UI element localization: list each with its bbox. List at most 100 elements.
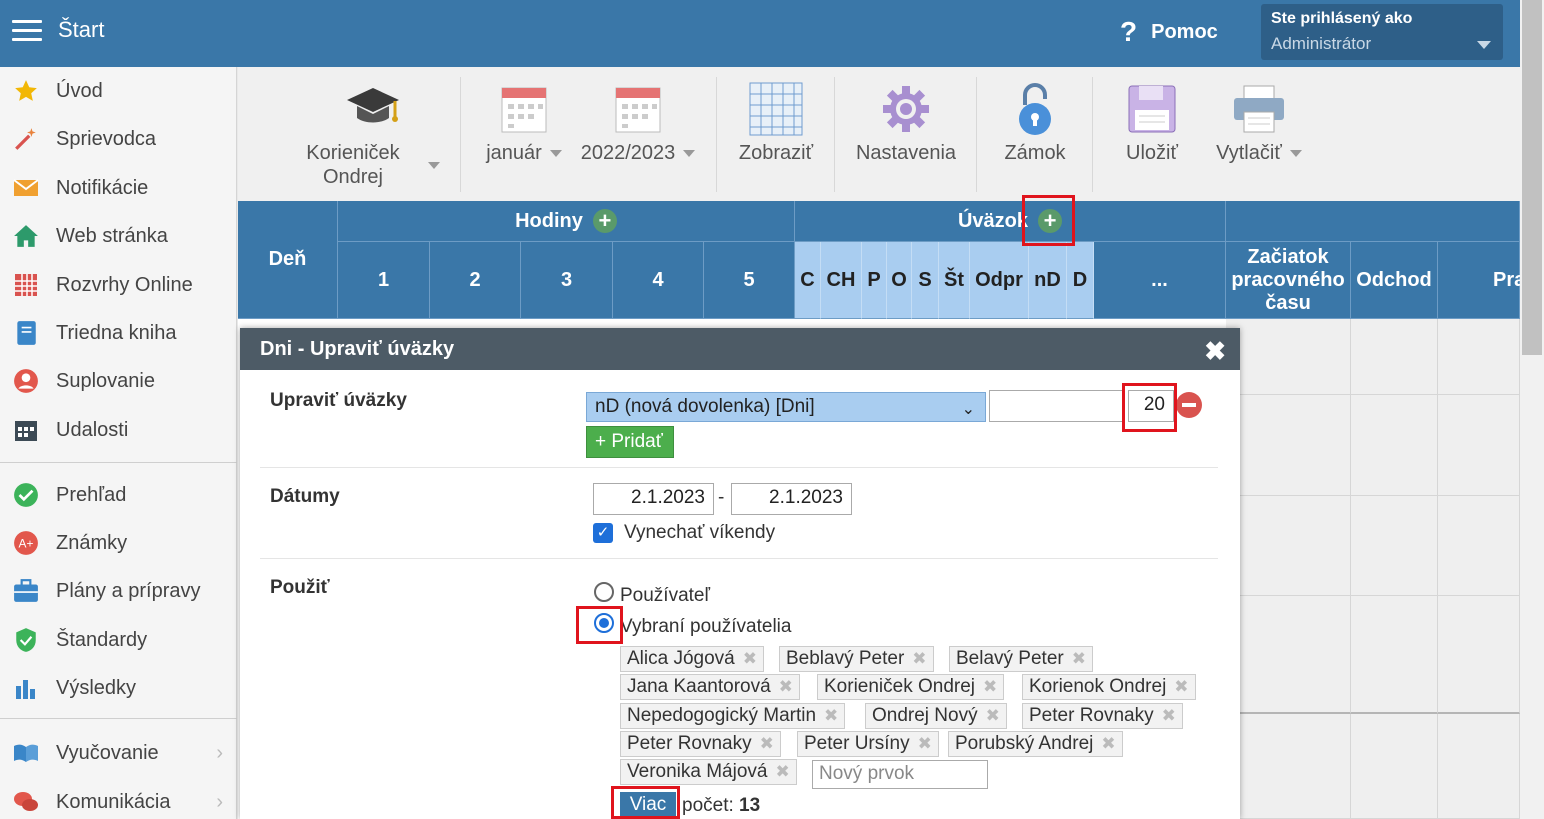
remove-tag-icon[interactable]: ✖ xyxy=(779,677,793,696)
magic-wand-icon xyxy=(12,125,40,153)
bar-chart-icon xyxy=(12,674,40,702)
vertical-scrollbar[interactable] xyxy=(1520,0,1544,819)
sidebar-item-standardy[interactable]: Štandardy xyxy=(0,620,237,660)
hamburger-menu-icon[interactable] xyxy=(12,20,42,42)
partial-header: Pra xyxy=(1438,242,1520,319)
workload-type-header: C xyxy=(795,242,821,319)
hour-header: 2 xyxy=(430,242,521,319)
user-tag: Korieniček Ondrej ✖ xyxy=(817,674,1005,700)
save-button[interactable]: Uložiť xyxy=(1110,67,1194,197)
user-tag: Peter Rovnaky ✖ xyxy=(1022,703,1183,729)
briefcase-icon xyxy=(12,577,40,605)
envelope-icon xyxy=(12,174,40,202)
remove-tag-icon[interactable]: ✖ xyxy=(1174,677,1188,696)
sidebar-item-uvod[interactable]: Úvod xyxy=(0,71,237,111)
selected-users-radio[interactable] xyxy=(594,613,614,633)
selected-users-radio-label: Vybraní používatelia xyxy=(620,616,792,637)
print-label: Vytlačiť xyxy=(1216,142,1282,164)
remove-tag-icon[interactable]: ✖ xyxy=(775,762,789,781)
sidebar-item-prehlad[interactable]: Prehľad xyxy=(0,475,237,515)
sidebar-item-suplovanie[interactable]: Suplovanie xyxy=(0,361,237,401)
remove-icon[interactable] xyxy=(1176,392,1202,418)
chevron-down-icon xyxy=(1289,150,1302,158)
print-button[interactable]: Vytlačiť xyxy=(1204,67,1314,197)
settings-label: Nastavenia xyxy=(855,142,957,164)
table-grid-icon xyxy=(749,81,803,137)
chevron-right-icon: › xyxy=(216,742,223,764)
sidebar-item-web-stranka[interactable]: Web stránka xyxy=(0,216,237,256)
help-button[interactable]: ? Pomoc xyxy=(1120,16,1218,48)
month-label: január xyxy=(486,142,542,164)
use-label: Použiť xyxy=(270,577,330,598)
chevron-down-icon xyxy=(427,161,440,169)
workload-type-header: nD xyxy=(1029,242,1067,319)
date-to-input[interactable]: 2.1.2023 xyxy=(731,483,852,515)
workload-note-input[interactable] xyxy=(989,390,1125,422)
hour-header: 3 xyxy=(521,242,613,319)
sidebar-item-komunikacia[interactable]: Komunikácia › xyxy=(0,782,237,819)
sidebar-item-triedna-kniha[interactable]: Triedna kniha xyxy=(0,313,237,353)
sidebar-divider xyxy=(0,462,237,463)
user-icon xyxy=(12,367,40,395)
remove-tag-icon[interactable]: ✖ xyxy=(760,734,774,753)
user-tag: Veronika Májová ✖ xyxy=(620,759,797,785)
date-from-input[interactable]: 2.1.2023 xyxy=(593,483,714,515)
workload-type-header: Št xyxy=(939,242,970,319)
workload-type-select[interactable]: nD (nová dovolenka) [Dni] ⌄ xyxy=(586,392,986,422)
user-tag: Alica Jógová ✖ xyxy=(620,646,764,672)
remove-tag-icon[interactable]: ✖ xyxy=(1162,706,1176,725)
blank-group-header xyxy=(1226,201,1520,242)
sidebar-item-rozvrhy-online[interactable]: Rozvrhy Online xyxy=(0,265,237,305)
count-label: počet: 13 xyxy=(682,795,761,816)
workload-type-header: Odpr xyxy=(970,242,1029,319)
scrollbar-thumb[interactable] xyxy=(1522,0,1542,355)
house-icon xyxy=(12,222,40,250)
sidebar-item-notifikacie[interactable]: Notifikácie xyxy=(0,168,237,208)
year-select-button[interactable]: 2022/2023 xyxy=(578,67,698,197)
hour-header: 5 xyxy=(704,242,795,319)
remove-tag-icon[interactable]: ✖ xyxy=(1072,649,1086,668)
workload-amount-input[interactable]: 20 xyxy=(1128,390,1174,422)
notebook-icon xyxy=(12,319,40,347)
month-select-button[interactable]: január xyxy=(476,67,572,197)
sidebar-item-plany-a-pripravy[interactable]: Plány a prípravy xyxy=(0,571,237,611)
sidebar-item-vyucovanie[interactable]: Vyučovanie › xyxy=(0,733,237,773)
count-value: 13 xyxy=(739,795,761,816)
show-button[interactable]: Zobraziť xyxy=(730,67,822,197)
gear-icon xyxy=(881,81,931,137)
hour-header: 1 xyxy=(338,242,430,319)
check-circle-icon xyxy=(12,481,40,509)
remove-tag-icon[interactable]: ✖ xyxy=(986,706,1000,725)
more-types-header[interactable]: ... xyxy=(1094,242,1226,319)
question-icon: ? xyxy=(1120,16,1138,47)
more-button[interactable]: Viac xyxy=(620,792,676,818)
remove-tag-icon[interactable]: ✖ xyxy=(743,649,757,668)
remove-tag-icon[interactable]: ✖ xyxy=(1101,734,1115,753)
close-icon[interactable]: ✖ xyxy=(1204,336,1226,367)
remove-tag-icon[interactable]: ✖ xyxy=(912,649,926,668)
lock-button[interactable]: Zámok xyxy=(990,67,1080,197)
add-hours-icon[interactable]: + xyxy=(592,209,617,233)
new-item-input[interactable]: Nový prvok xyxy=(812,760,988,789)
remove-tag-icon[interactable]: ✖ xyxy=(918,734,932,753)
remove-tag-icon[interactable]: ✖ xyxy=(824,706,838,725)
skip-weekends-checkbox[interactable]: ✓ xyxy=(593,523,613,543)
show-label: Zobraziť xyxy=(738,142,814,164)
teacher-select-button[interactable]: Korieniček Ondrej xyxy=(288,67,458,197)
user-radio[interactable] xyxy=(594,582,614,602)
sidebar-item-znamky[interactable]: A+ Známky xyxy=(0,523,237,563)
teacher-name-line1: Korieniček xyxy=(306,142,400,164)
add-button[interactable]: + Pridať xyxy=(586,426,674,458)
toolbar: Korieniček Ondrej január 2022/2023 Zobraz… xyxy=(238,67,1520,201)
sidebar-item-vysledky[interactable]: Výsledky xyxy=(0,668,237,708)
add-workload-icon[interactable]: + xyxy=(1038,209,1063,233)
remove-tag-icon[interactable]: ✖ xyxy=(983,677,997,696)
workload-type-header: O xyxy=(887,242,912,319)
dialog-header: Dni - Upraviť úväzky ✖ xyxy=(240,328,1240,370)
sidebar-item-sprievodca[interactable]: Sprievodca xyxy=(0,119,237,159)
settings-button[interactable]: Nastavenia xyxy=(848,67,964,197)
sidebar-item-udalosti[interactable]: Udalosti xyxy=(0,410,237,450)
user-menu[interactable]: Ste prihlásený ako Administrátor xyxy=(1261,4,1503,60)
open-book-icon xyxy=(12,739,40,767)
teacher-name-line2: Ondrej xyxy=(322,166,383,188)
